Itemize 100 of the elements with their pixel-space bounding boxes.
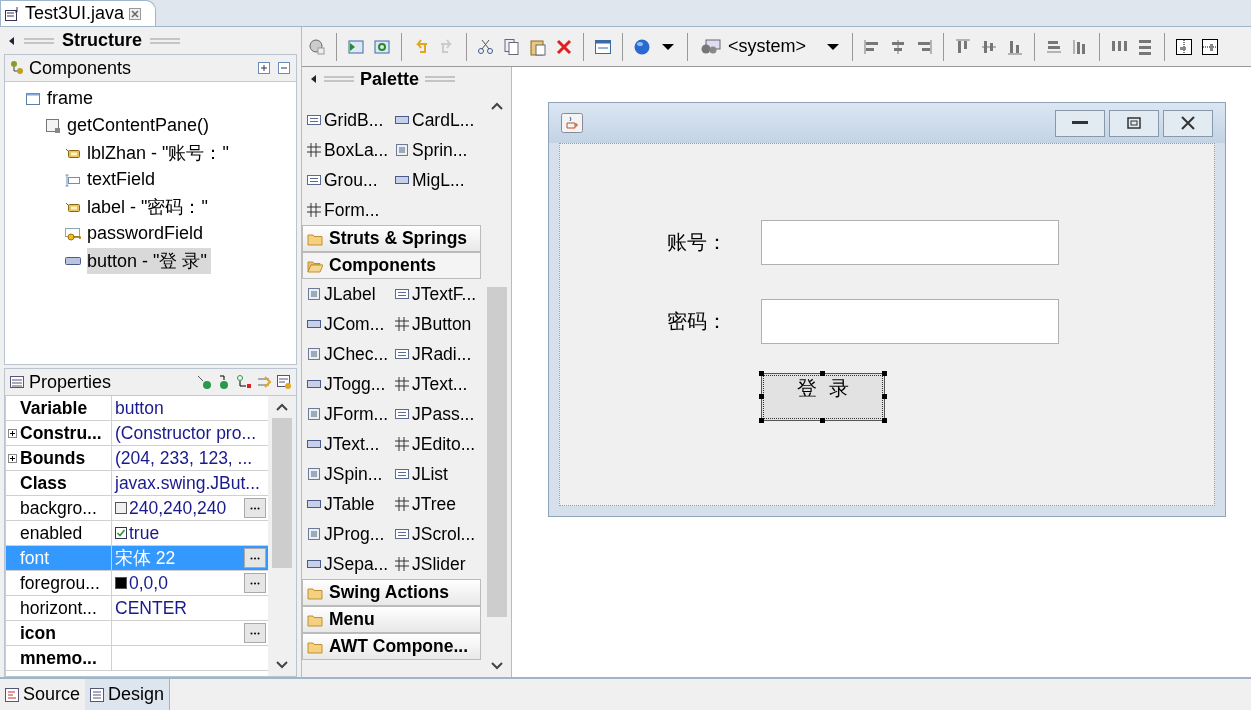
collapse-all-icon[interactable] <box>276 60 292 76</box>
palette-category[interactable]: Menu <box>302 606 481 633</box>
editor-tab[interactable]: Test3UI.java <box>0 0 157 26</box>
palette-item[interactable]: JRadi... <box>390 339 480 369</box>
component-icon <box>306 172 322 188</box>
palette-category[interactable]: Components <box>302 252 481 279</box>
palette-item[interactable]: JTable <box>302 489 390 519</box>
palette-item[interactable]: JPass... <box>390 399 480 429</box>
scroll-up-icon[interactable] <box>275 402 289 412</box>
restore-icon[interactable] <box>276 374 292 390</box>
palette-item[interactable]: JForm... <box>302 399 390 429</box>
palette-item[interactable]: JTextF... <box>390 279 480 309</box>
property-name: mnemo... <box>20 647 97 669</box>
palette-item[interactable]: CardL... <box>390 105 480 135</box>
palette-item[interactable]: JText... <box>302 429 390 459</box>
palette-item[interactable]: JButton <box>390 309 480 339</box>
palette-item[interactable]: JCom... <box>302 309 390 339</box>
bottom-tab[interactable]: Design <box>85 679 171 710</box>
gears-icon <box>700 38 722 55</box>
palette-item[interactable]: JLabel <box>302 279 390 309</box>
window-icon <box>25 90 41 107</box>
expand-all-icon[interactable] <box>256 60 272 76</box>
grip-icon <box>150 36 180 45</box>
folder-icon <box>307 231 323 246</box>
property-value: (204, 233, 123, ... <box>115 447 253 469</box>
component-icon <box>394 406 410 422</box>
palette-item[interactable]: JProg... <box>302 519 390 549</box>
property-name: backgro... <box>20 497 97 519</box>
tree-item[interactable]: button - "登 录" <box>87 247 211 274</box>
edit-button[interactable] <box>244 573 266 593</box>
grip-icon <box>425 75 456 83</box>
open-folder-icon <box>307 258 323 273</box>
property-name: icon <box>20 622 56 644</box>
palette-item[interactable]: JSpin... <box>302 459 390 489</box>
property-value: button <box>115 397 164 419</box>
palette-item[interactable]: Sprin... <box>390 135 480 165</box>
look-and-feel-dropdown[interactable]: <system> <box>696 36 845 57</box>
tree-item[interactable]: lblZhan - "账号：" <box>87 139 233 166</box>
tree-item[interactable]: passwordField <box>87 222 208 245</box>
scrollbar[interactable] <box>268 396 296 676</box>
palette-item[interactable]: JTree <box>390 489 480 519</box>
palette-item[interactable]: JText... <box>390 369 480 399</box>
property-name: Constru... <box>20 422 102 444</box>
palette-item[interactable]: JList <box>390 459 480 489</box>
expand-icon[interactable] <box>8 453 17 463</box>
palette-item[interactable]: Form... <box>302 195 390 225</box>
property-row[interactable]: icon <box>6 621 268 646</box>
edit-button[interactable] <box>244 548 266 568</box>
tree-item[interactable]: textField <box>87 168 160 191</box>
component-icon <box>394 376 410 392</box>
scroll-up-icon[interactable] <box>490 101 504 111</box>
palette-item[interactable]: MigL... <box>390 165 480 195</box>
component-icon <box>394 526 410 542</box>
palette-item[interactable]: Grou... <box>302 165 390 195</box>
property-row[interactable]: mnemo... <box>6 646 268 671</box>
tree-item[interactable]: getContentPane() <box>67 114 214 137</box>
property-row[interactable]: foregrou... 0,0,0 <box>6 571 268 596</box>
caret-icon <box>826 41 841 52</box>
tree-item[interactable]: label - "密码：" <box>87 193 212 220</box>
palette-category[interactable]: Swing Actions <box>302 579 481 606</box>
close-button[interactable] <box>1163 109 1213 137</box>
property-row[interactable]: Bounds (204, 233, 123, ... <box>6 446 268 471</box>
property-value: javax.swing.JBut... <box>115 472 260 494</box>
edit-button[interactable] <box>244 623 266 643</box>
collapse-icon[interactable] <box>310 74 318 84</box>
edit-button[interactable] <box>244 498 266 518</box>
text-field-icon <box>65 171 81 188</box>
palette-item[interactable]: JEdito... <box>390 429 480 459</box>
palette-item[interactable]: BoxLa... <box>302 135 390 165</box>
collapse-icon[interactable] <box>8 35 16 46</box>
property-row[interactable]: horizont... CENTER <box>6 596 268 621</box>
login-button[interactable]: 登 录 <box>761 373 885 421</box>
property-row[interactable]: backgro... 240,240,240 <box>6 496 268 521</box>
property-row[interactable]: Variable button <box>6 396 268 421</box>
palette-item[interactable]: GridB... <box>302 105 390 135</box>
property-row[interactable]: Class javax.swing.JBut... <box>6 471 268 496</box>
tree-item[interactable]: frame <box>47 87 97 110</box>
minimize-button[interactable] <box>1055 109 1105 137</box>
palette-item[interactable]: JChec... <box>302 339 390 369</box>
scroll-down-icon[interactable] <box>490 661 504 671</box>
bottom-tab[interactable]: Source <box>0 679 86 710</box>
palette-item[interactable]: JScrol... <box>390 519 480 549</box>
frame-window[interactable]: 账号： 密码： 登 录 <box>548 102 1226 517</box>
events-icon[interactable] <box>196 374 212 390</box>
input-field[interactable] <box>761 220 1059 265</box>
field-icon[interactable] <box>236 374 252 390</box>
close-icon[interactable] <box>129 7 142 20</box>
expand-icon[interactable] <box>8 428 17 438</box>
palette-item[interactable]: JTogg... <box>302 369 390 399</box>
input-field[interactable] <box>761 299 1059 344</box>
folder-icon <box>307 612 323 627</box>
palette-item[interactable]: JSepa... <box>302 549 390 579</box>
maximize-icon <box>1127 117 1141 129</box>
palette-item[interactable]: JSlider <box>390 549 480 579</box>
palette-category[interactable]: AWT Compone... <box>302 633 481 660</box>
scroll-down-icon[interactable] <box>275 660 289 670</box>
checkbox[interactable] <box>115 527 127 539</box>
maximize-button[interactable] <box>1109 109 1159 137</box>
property-row[interactable]: Constru... (Constructor pro... <box>6 421 268 446</box>
palette-category[interactable]: Struts & Springs <box>302 225 481 252</box>
